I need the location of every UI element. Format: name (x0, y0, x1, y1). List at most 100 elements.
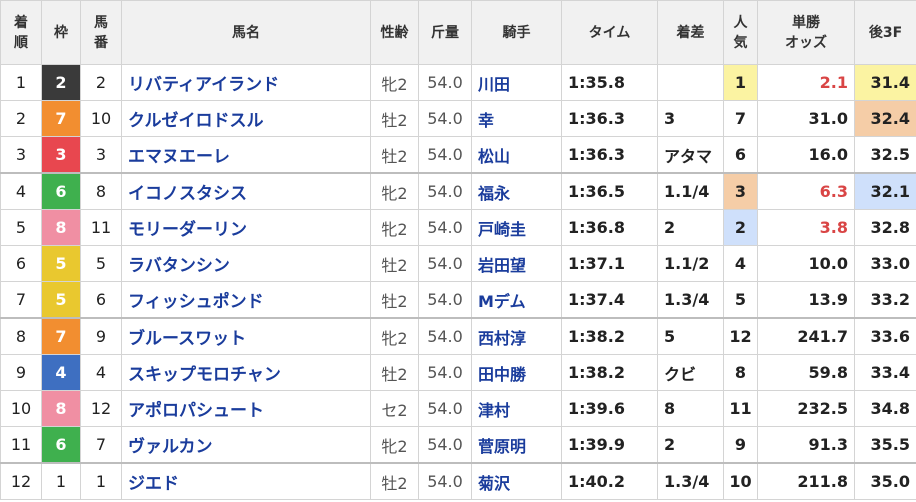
frame-cell: 5 (41, 281, 81, 319)
jockey-link[interactable]: 幸 (478, 111, 494, 130)
frame-cell: 3 (41, 136, 81, 174)
margin-cell: 1.1/2 (657, 245, 724, 282)
weight-cell: 54.0 (418, 136, 472, 174)
horse-name-cell: ラバタンシン (121, 245, 371, 282)
last3f-cell: 35.0 (854, 462, 916, 500)
horse-number-cell: 6 (80, 281, 122, 319)
header-horse[interactable]: 馬名 (121, 0, 371, 65)
result-row: 11 6 7 ヴァルカン 牝2 54.0 菅原明 1:39.9 2 9 91.3 35.5 (0, 426, 916, 464)
frame-cell: 7 (41, 317, 81, 355)
header-rank[interactable]: 着 順 (0, 0, 42, 65)
header-time[interactable]: タイム (561, 0, 658, 65)
margin-cell: アタマ (657, 136, 724, 174)
horse-name-cell: ジエド (121, 462, 371, 500)
horse-name-link[interactable]: モリーダーリン (128, 220, 247, 240)
popularity-cell: 1 (723, 64, 758, 101)
horse-number-cell: 10 (80, 100, 122, 137)
horse-name-link[interactable]: アポロパシュート (128, 401, 264, 421)
result-row: 10 8 12 アポロパシュート セ2 54.0 津村 1:39.6 8 11 232.5 34.8 (0, 390, 916, 427)
last3f-cell: 33.6 (854, 317, 916, 355)
horse-name-link[interactable]: スキップモロチャン (128, 365, 281, 385)
jockey-link[interactable]: 川田 (478, 75, 510, 94)
jockey-link[interactable]: 岩田望 (478, 256, 526, 275)
horse-name-cell: スキップモロチャン (121, 354, 371, 391)
odds-cell: 16.0 (757, 136, 855, 174)
weight-cell: 54.0 (418, 64, 472, 101)
time-cell: 1:35.8 (561, 64, 658, 101)
header-last3f[interactable]: 後3F (854, 0, 916, 65)
header-odds[interactable]: 単勝 オッズ (757, 0, 855, 65)
horse-name-link[interactable]: フィッシュポンド (128, 292, 264, 312)
odds-cell: 2.1 (757, 64, 855, 101)
result-row: 5 8 11 モリーダーリン 牝2 54.0 戸崎圭 1:36.8 2 2 3.8 32.8 (0, 209, 916, 246)
popularity-cell: 11 (723, 390, 758, 427)
odds-cell: 211.8 (757, 462, 855, 500)
jockey-link[interactable]: 菅原明 (478, 437, 526, 456)
last3f-cell: 32.8 (854, 209, 916, 246)
race-result-table: 着 順 枠 馬 番 馬名 性齢 斤量 騎手 タイム 着差 人 気 単勝 オッズ … (0, 0, 916, 500)
time-cell: 1:37.1 (561, 245, 658, 282)
time-cell: 1:39.6 (561, 390, 658, 427)
horse-name-cell: ヴァルカン (121, 426, 371, 464)
horse-name-cell: フィッシュポンド (121, 281, 371, 319)
horse-name-cell: ブルースワット (121, 317, 371, 355)
horse-name-link[interactable]: ジエド (128, 474, 179, 494)
header-row: 着 順 枠 馬 番 馬名 性齢 斤量 騎手 タイム 着差 人 気 単勝 オッズ … (0, 0, 916, 65)
header-frame[interactable]: 枠 (41, 0, 81, 65)
rank-cell: 2 (0, 100, 42, 137)
jockey-link[interactable]: 菊沢 (478, 474, 510, 493)
horse-number-cell: 11 (80, 209, 122, 246)
jockey-link[interactable]: 松山 (478, 147, 510, 166)
horse-number-cell: 9 (80, 317, 122, 355)
odds-cell: 232.5 (757, 390, 855, 427)
last3f-cell: 33.0 (854, 245, 916, 282)
margin-cell: 1.3/4 (657, 462, 724, 500)
rank-cell: 6 (0, 245, 42, 282)
header-popularity[interactable]: 人 気 (723, 0, 758, 65)
popularity-cell: 12 (723, 317, 758, 355)
horse-name-link[interactable]: イコノスタシス (128, 184, 247, 204)
rank-cell: 5 (0, 209, 42, 246)
last3f-cell: 35.5 (854, 426, 916, 464)
header-sexage[interactable]: 性齢 (370, 0, 419, 65)
popularity-cell: 2 (723, 209, 758, 246)
header-jockey[interactable]: 騎手 (471, 0, 562, 65)
horse-number-cell: 3 (80, 136, 122, 174)
horse-name-link[interactable]: クルゼイロドスル (128, 111, 264, 131)
odds-cell: 31.0 (757, 100, 855, 137)
last3f-cell: 32.5 (854, 136, 916, 174)
jockey-link[interactable]: 戸崎圭 (478, 220, 526, 239)
frame-cell: 4 (41, 354, 81, 391)
horse-name-cell: モリーダーリン (121, 209, 371, 246)
odds-cell: 59.8 (757, 354, 855, 391)
horse-name-link[interactable]: ブルースワット (128, 329, 246, 349)
margin-cell: 2 (657, 426, 724, 464)
margin-cell: 1.1/4 (657, 172, 724, 210)
time-cell: 1:37.4 (561, 281, 658, 319)
horse-name-link[interactable]: リバティアイランド (128, 75, 279, 95)
horse-name-link[interactable]: ラバタンシン (128, 256, 230, 276)
weight-cell: 54.0 (418, 281, 472, 319)
sexage-cell: 牡2 (370, 245, 419, 282)
horse-name-link[interactable]: ヴァルカン (128, 437, 213, 457)
header-weight[interactable]: 斤量 (418, 0, 472, 65)
header-number[interactable]: 馬 番 (80, 0, 122, 65)
sexage-cell: セ2 (370, 390, 419, 427)
popularity-cell: 9 (723, 426, 758, 464)
sexage-cell: 牝2 (370, 426, 419, 464)
rank-cell: 8 (0, 317, 42, 355)
jockey-link[interactable]: 津村 (478, 401, 510, 420)
header-margin[interactable]: 着差 (657, 0, 724, 65)
time-cell: 1:36.8 (561, 209, 658, 246)
time-cell: 1:39.9 (561, 426, 658, 464)
jockey-link[interactable]: 西村淳 (478, 329, 526, 348)
jockey-cell: Mデム (471, 281, 562, 319)
odds-cell: 3.8 (757, 209, 855, 246)
margin-cell: 1.3/4 (657, 281, 724, 319)
jockey-link[interactable]: Mデム (478, 292, 526, 311)
jockey-link[interactable]: 福永 (478, 184, 510, 203)
horse-number-cell: 2 (80, 64, 122, 101)
horse-name-link[interactable]: エマヌエーレ (128, 147, 230, 167)
frame-cell: 2 (41, 64, 81, 101)
jockey-link[interactable]: 田中勝 (478, 365, 526, 384)
